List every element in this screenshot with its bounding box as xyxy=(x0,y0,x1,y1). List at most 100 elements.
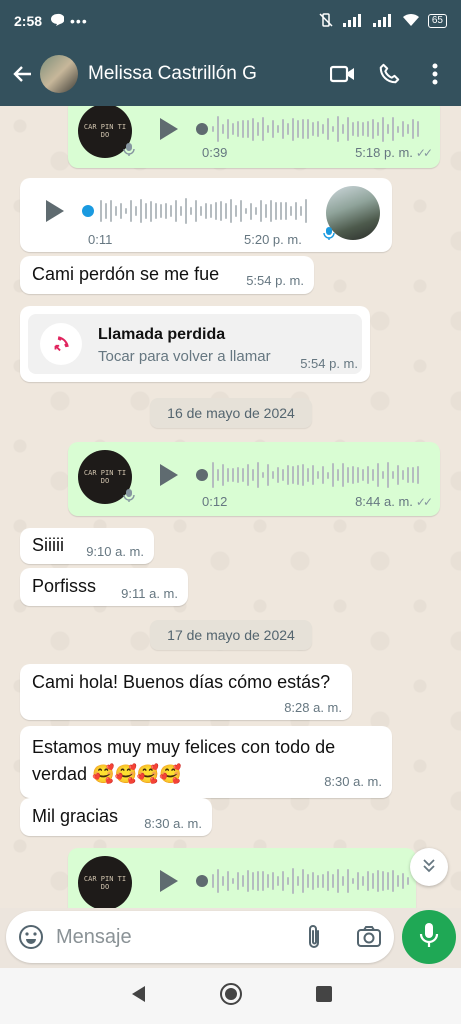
double-check-icon: ✓✓ xyxy=(415,146,433,160)
emoji-icon[interactable] xyxy=(18,924,44,955)
waveform-bar xyxy=(377,121,379,137)
waveform-bar xyxy=(377,870,379,892)
contact-avatar[interactable] xyxy=(40,55,78,93)
phone-icon[interactable] xyxy=(369,54,409,94)
text-message-incoming[interactable]: Estamos muy muy felices con todo de verd… xyxy=(20,726,392,798)
waveform[interactable] xyxy=(100,196,310,226)
waveform[interactable] xyxy=(212,866,412,896)
play-icon[interactable] xyxy=(46,200,64,222)
chat-area[interactable]: CAR PIN TI DO 0:39 5:18 p. m. ✓✓ 0:11 5:2… xyxy=(0,106,461,908)
waveform-bar xyxy=(205,203,207,219)
waveform-bar xyxy=(255,206,257,216)
progress-dot[interactable] xyxy=(82,205,94,217)
waveform-bar xyxy=(347,868,349,894)
message-time: 8:30 a. m. xyxy=(324,774,382,789)
voice-duration: 0:12 xyxy=(202,494,228,509)
vibrate-off-icon xyxy=(318,12,334,31)
waveform[interactable] xyxy=(212,114,422,144)
waveform-bar xyxy=(282,870,284,892)
voice-message-outgoing[interactable]: CAR PIN TI DO xyxy=(68,848,416,908)
nav-back-icon[interactable] xyxy=(129,984,147,1009)
message-text: Siiiii xyxy=(32,535,65,555)
contact-name[interactable]: Melissa Castrillón G xyxy=(88,63,323,85)
waveform-bar xyxy=(212,873,214,889)
waveform-bar xyxy=(292,465,294,485)
message-text: Mil gracias xyxy=(32,806,119,826)
more-vert-icon[interactable] xyxy=(415,54,455,94)
waveform-bar xyxy=(210,204,212,218)
missed-call-message[interactable]: Llamada perdida Tocar para volver a llam… xyxy=(20,306,370,382)
waveform-bar xyxy=(252,117,254,141)
waveform-bar xyxy=(170,204,172,218)
waveform-bar xyxy=(237,871,239,891)
waveform-bar xyxy=(285,202,287,220)
waveform-bar xyxy=(357,120,359,138)
waveform-bar xyxy=(377,462,379,488)
waveform-bar xyxy=(327,471,329,479)
waveform-bar xyxy=(262,871,264,891)
text-message-incoming[interactable]: Siiiii 9:10 a. m. xyxy=(20,528,154,564)
waveform-bar xyxy=(277,125,279,133)
waveform-bar xyxy=(367,121,369,137)
mic-icon xyxy=(122,488,136,502)
waveform-bar xyxy=(237,120,239,138)
waveform-bar xyxy=(317,874,319,888)
nav-recents-icon[interactable] xyxy=(315,985,333,1008)
progress-dot[interactable] xyxy=(196,469,208,481)
waveform-bar xyxy=(412,466,414,484)
nav-home-icon[interactable] xyxy=(219,982,243,1011)
waveform-bar xyxy=(407,877,409,885)
back-arrow-icon[interactable] xyxy=(6,58,38,90)
waveform[interactable] xyxy=(212,460,422,490)
chat-bubble-status-icon xyxy=(50,13,65,30)
scroll-down-button[interactable] xyxy=(410,848,448,886)
waveform-bar xyxy=(262,471,264,479)
waveform-bar xyxy=(297,876,299,886)
waveform-bar xyxy=(302,463,304,487)
message-time: 8:28 a. m. xyxy=(284,700,342,715)
text-message-incoming[interactable]: Mil gracias 8:30 a. m. xyxy=(20,798,212,836)
waveform-bar xyxy=(312,122,314,136)
waveform-bar xyxy=(297,120,299,138)
waveform-bar xyxy=(227,119,229,139)
waveform-bar xyxy=(407,123,409,135)
waveform-bar xyxy=(397,875,399,887)
video-call-icon[interactable] xyxy=(323,54,363,94)
voice-message-outgoing[interactable]: CAR PIN TI DO 0:39 5:18 p. m. ✓✓ xyxy=(68,106,440,168)
status-bar: 2:58 ••• 65 xyxy=(0,0,461,42)
voice-message-incoming[interactable]: 0:11 5:20 p. m. xyxy=(20,178,392,252)
signal-icon-2 xyxy=(372,13,394,30)
waveform-bar xyxy=(362,876,364,886)
text-message-incoming[interactable]: Cami perdón se me fue 5:54 p. m. xyxy=(20,256,314,294)
progress-dot[interactable] xyxy=(196,875,208,887)
play-icon[interactable] xyxy=(160,464,178,486)
double-check-icon: ✓✓ xyxy=(415,495,433,509)
message-input[interactable] xyxy=(56,924,286,950)
text-message-incoming[interactable]: Cami hola! Buenos días cómo estás? 8:28 … xyxy=(20,664,352,720)
waveform-bar xyxy=(392,870,394,892)
camera-icon[interactable] xyxy=(356,924,382,953)
record-voice-button[interactable] xyxy=(402,910,456,964)
waveform-bar xyxy=(267,124,269,134)
waveform-bar xyxy=(382,116,384,142)
waveform-bar xyxy=(302,868,304,894)
waveform-bar xyxy=(387,462,389,488)
waveform-bar xyxy=(302,118,304,140)
waveform-bar xyxy=(312,871,314,891)
waveform-bar xyxy=(230,199,232,223)
play-icon[interactable] xyxy=(160,118,178,140)
voice-message-outgoing[interactable]: CAR PIN TI DO 0:12 8:44 a. m. ✓✓ xyxy=(68,442,440,516)
attach-icon[interactable] xyxy=(304,923,324,956)
waveform-bar xyxy=(257,122,259,136)
progress-dot[interactable] xyxy=(196,123,208,135)
waveform-bar xyxy=(150,200,152,222)
waveform-bar xyxy=(120,202,122,220)
waveform-bar xyxy=(200,205,202,217)
date-chip: 16 de mayo de 2024 xyxy=(150,398,312,428)
waveform-bar xyxy=(212,126,214,132)
text-message-incoming[interactable]: Porfisss 9:11 a. m. xyxy=(20,568,188,606)
waveform-bar xyxy=(232,877,234,885)
voice-avatar: CAR PIN TI DO xyxy=(78,856,132,908)
date-chip: 17 de mayo de 2024 xyxy=(150,620,312,650)
play-icon[interactable] xyxy=(160,870,178,892)
